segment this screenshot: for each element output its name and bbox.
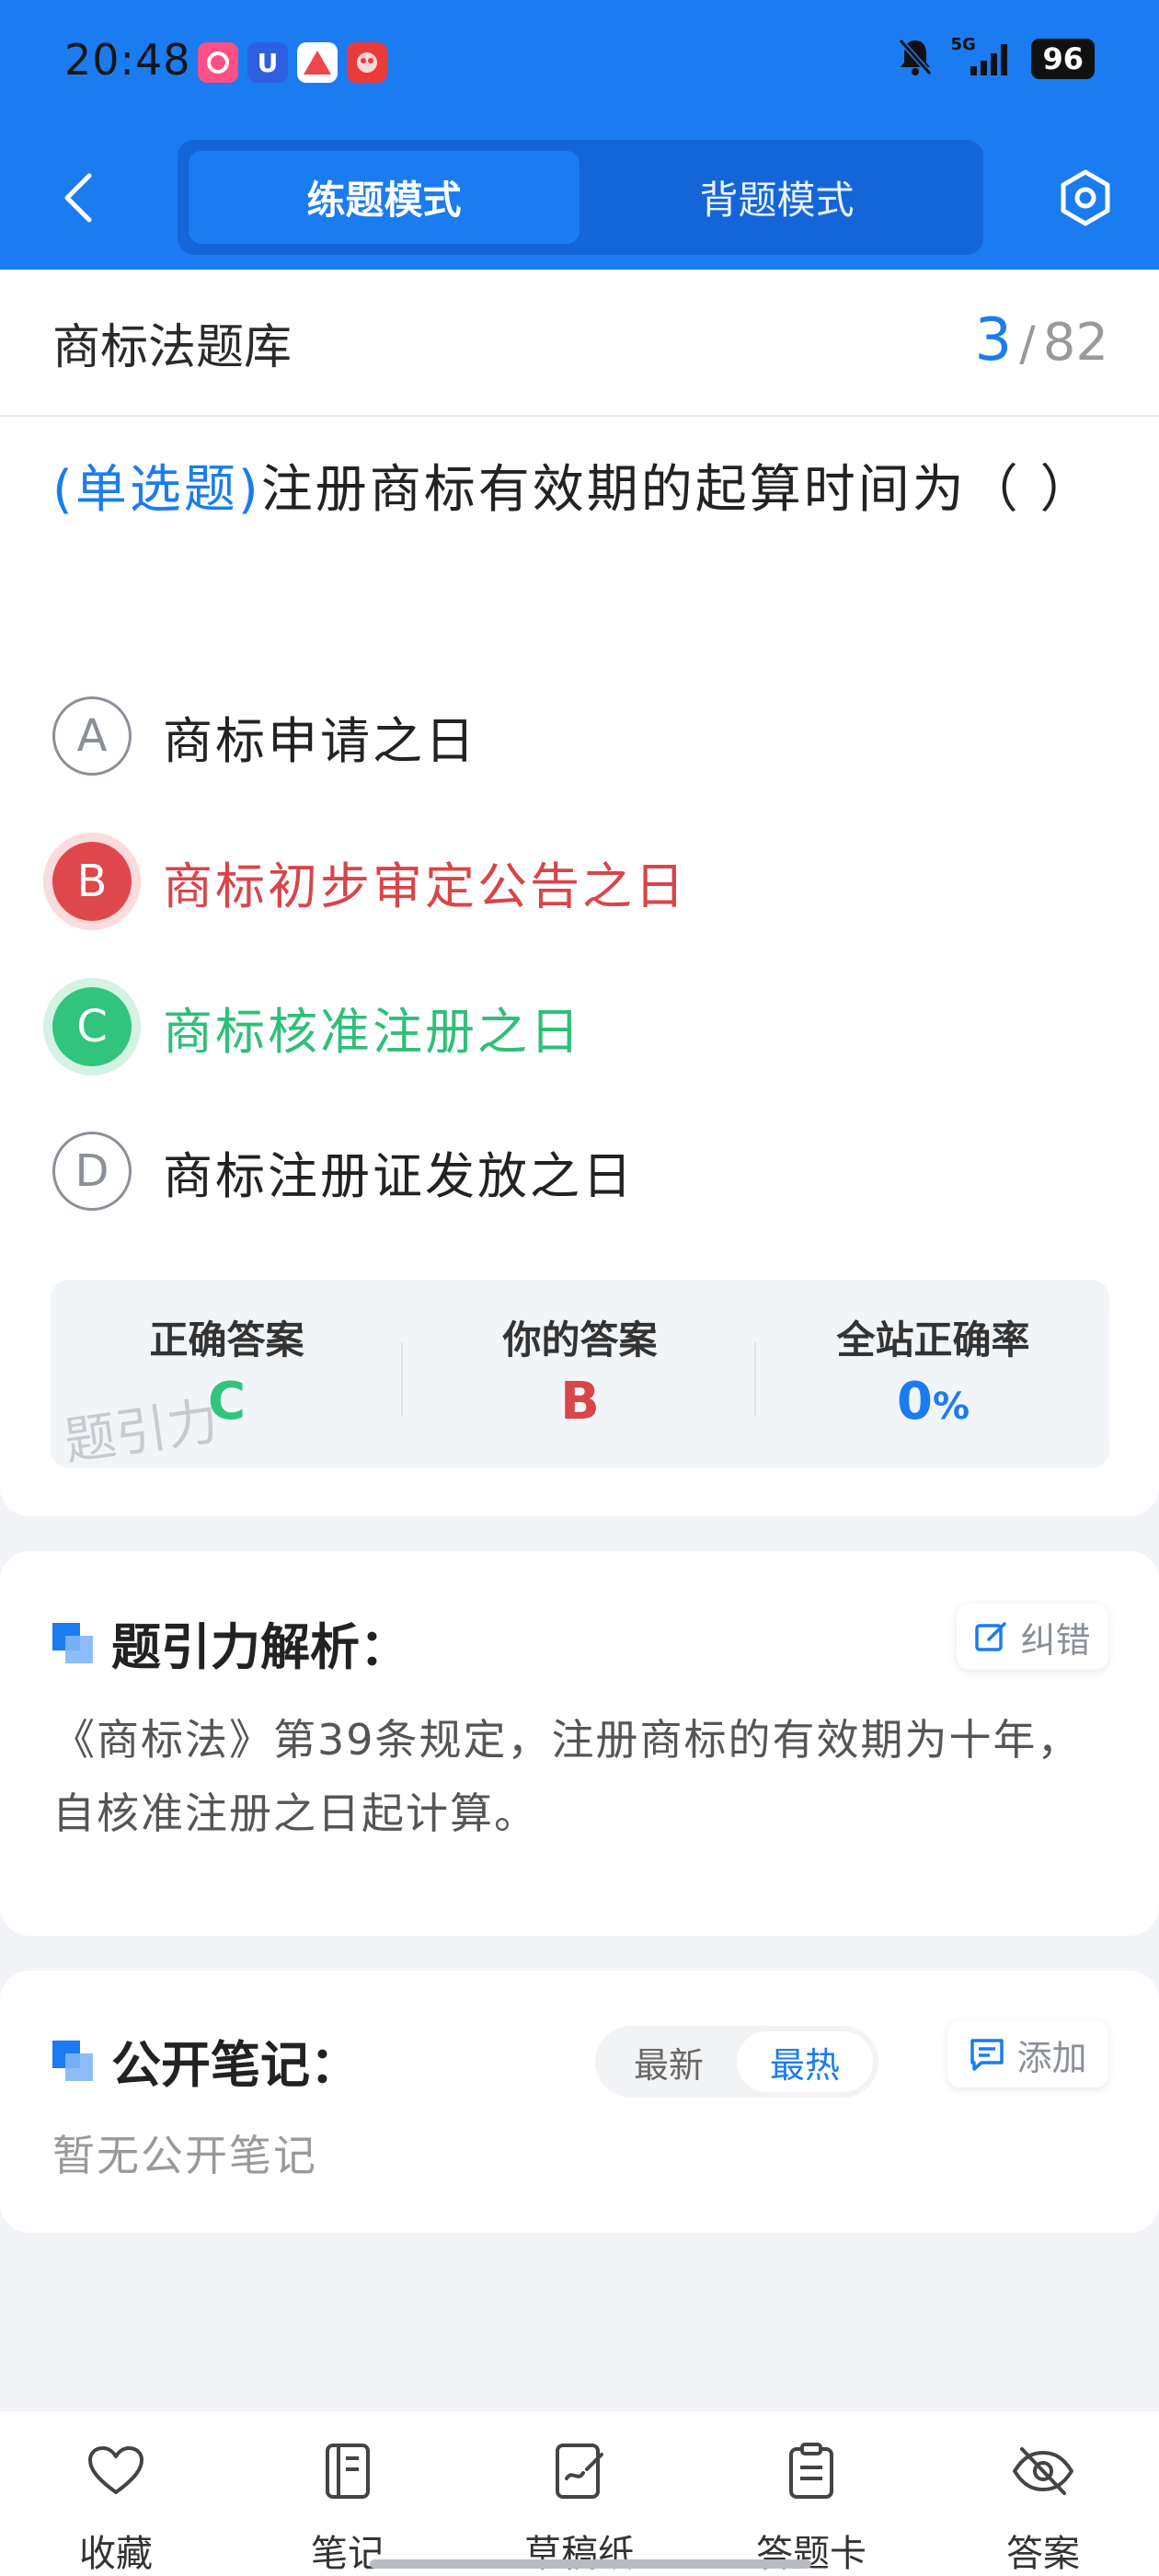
status-right: 5G 96 — [897, 35, 1095, 81]
option-letter: D — [52, 1132, 132, 1211]
analysis-text: 《商标法》第39条规定，注册商标的有效期为十年，自核准注册之日起计算。 — [52, 1715, 1082, 1838]
sort-latest[interactable]: 最新 — [601, 2031, 737, 2092]
report-error-button[interactable]: 纠错 — [957, 1604, 1108, 1670]
progress-separator: / — [1019, 316, 1036, 372]
option-letter: A — [52, 696, 132, 776]
mute-bell-icon — [897, 37, 934, 81]
answer-summary: 正确答案 C 题引力 你的答案 B 全站正确率 0% — [51, 1280, 1109, 1472]
eye-off-icon — [1011, 2439, 1075, 2503]
notes-card: 公开笔记： 最新 最热 添加 暂无公开笔记 — [0, 1971, 1159, 2233]
tab-favorite[interactable]: 收藏 — [0, 2411, 232, 2576]
accuracy-number: 0 — [896, 1372, 933, 1432]
heart-icon — [84, 2439, 148, 2503]
status-time: 20:48 — [64, 35, 191, 85]
accuracy-label: 全站正确率 — [836, 1317, 1030, 1363]
option-text: 商标注册证发放之日 — [163, 1146, 635, 1205]
divider — [401, 1342, 403, 1416]
add-note-button[interactable]: 添加 — [947, 2021, 1108, 2087]
tab-practice-mode[interactable]: 练题模式 — [189, 151, 580, 244]
app-header: 20:48 U 5G 96 练题模式 背题模式 — [0, 0, 1159, 270]
section-square-icon — [52, 2040, 93, 2081]
tab-memorize-mode[interactable]: 背题模式 — [581, 151, 972, 244]
question-progress[interactable]: 3/82 — [974, 306, 1108, 374]
notebook-icon — [316, 2439, 380, 2503]
mode-switch: 练题模式 背题模式 — [178, 140, 983, 255]
question-type: (单选题) — [52, 460, 261, 520]
message-icon — [970, 2039, 1004, 2071]
notification-icons: U — [198, 42, 387, 83]
status-bar: 20:48 U 5G 96 — [0, 0, 1159, 129]
your-answer-label: 你的答案 — [502, 1317, 658, 1363]
add-note-label: 添加 — [1016, 2037, 1087, 2078]
settings-hexagon-icon — [1061, 169, 1110, 226]
question-text: 注册商标有效期的起算时间为（ ） — [260, 460, 1095, 520]
notes-title-text: 公开笔记： — [111, 2036, 360, 2094]
bank-header: 商标法题库 3/82 — [0, 270, 1159, 417]
notes-sort-toggle: 最新 最热 — [595, 2026, 878, 2098]
app-icon-red-game — [347, 42, 387, 83]
sort-hottest[interactable]: 最热 — [737, 2031, 873, 2092]
tab-answer-sheet[interactable]: 答题卡 — [695, 2411, 927, 2576]
report-error-label: 纠错 — [1020, 1619, 1091, 1661]
correct-answer-label: 正确答案 — [149, 1317, 304, 1363]
analysis-card: 题引力解析： 纠错 《商标法》第39条规定，注册商标的有效期为十年，自核准注册之… — [0, 1551, 1159, 1936]
tab-notes[interactable]: 笔记 — [232, 2411, 464, 2576]
option-letter: C — [52, 987, 132, 1066]
tab-draft-paper[interactable]: 草稿纸 — [464, 2411, 695, 2576]
settings-button[interactable] — [1053, 166, 1118, 230]
option-text: 商标初步审定公告之日 — [163, 857, 687, 915]
app-icon-pink — [198, 42, 238, 83]
accuracy-value: 0% — [757, 1372, 1109, 1432]
notes-empty-text: 暂无公开笔记 — [52, 2131, 317, 2180]
edit-icon — [975, 1622, 1007, 1651]
option-d[interactable]: D 商标注册证发放之日 — [52, 1130, 635, 1213]
option-b[interactable]: B 商标初步审定公告之日 — [52, 840, 687, 923]
analysis-title: 题引力解析： — [52, 1606, 409, 1679]
tab-label: 答案 — [1006, 2533, 1080, 2575]
option-letter: B — [52, 842, 132, 921]
option-text: 商标申请之日 — [163, 711, 477, 770]
bank-title: 商标法题库 — [52, 320, 293, 375]
back-button[interactable] — [51, 166, 106, 230]
section-square-icon — [52, 1622, 93, 1663]
question-stem: (单选题)注册商标有效期的起算时间为（ ） — [52, 444, 1110, 536]
draft-paper-icon — [547, 2439, 612, 2503]
bottom-tab-bar: 收藏 笔记 草稿纸 答题卡 答案 — [0, 2410, 1159, 2576]
nav-bar: 练题模式 背题模式 — [0, 138, 1159, 258]
analysis-title-text: 题引力解析： — [111, 1618, 409, 1676]
battery-indicator: 96 — [1031, 39, 1095, 79]
app-icon-blue-u: U — [247, 42, 288, 83]
your-answer-value: B — [560, 1372, 600, 1432]
notes-title: 公开笔记： — [52, 2024, 360, 2097]
your-answer-col: 你的答案 B — [404, 1280, 756, 1468]
total-count: 82 — [1042, 313, 1108, 373]
option-text: 商标核准注册之日 — [163, 1002, 582, 1061]
option-c[interactable]: C 商标核准注册之日 — [52, 985, 582, 1068]
current-index: 3 — [974, 306, 1013, 374]
divider — [754, 1342, 756, 1416]
home-indicator[interactable] — [370, 2559, 811, 2569]
signal-icon: 5G — [950, 35, 1015, 79]
accuracy-col: 全站正确率 0% — [757, 1280, 1109, 1468]
option-a[interactable]: A 商标申请之日 — [52, 695, 477, 777]
tab-answer[interactable]: 答案 — [927, 2411, 1159, 2576]
chevron-left-icon — [64, 173, 92, 223]
question-card: 商标法题库 3/82 (单选题)注册商标有效期的起算时间为（ ） A 商标申请之… — [0, 270, 1159, 1516]
accuracy-unit: % — [932, 1386, 970, 1428]
clipboard-icon — [779, 2439, 843, 2503]
tab-label: 收藏 — [79, 2533, 153, 2575]
app-icon-red-a — [297, 42, 338, 83]
